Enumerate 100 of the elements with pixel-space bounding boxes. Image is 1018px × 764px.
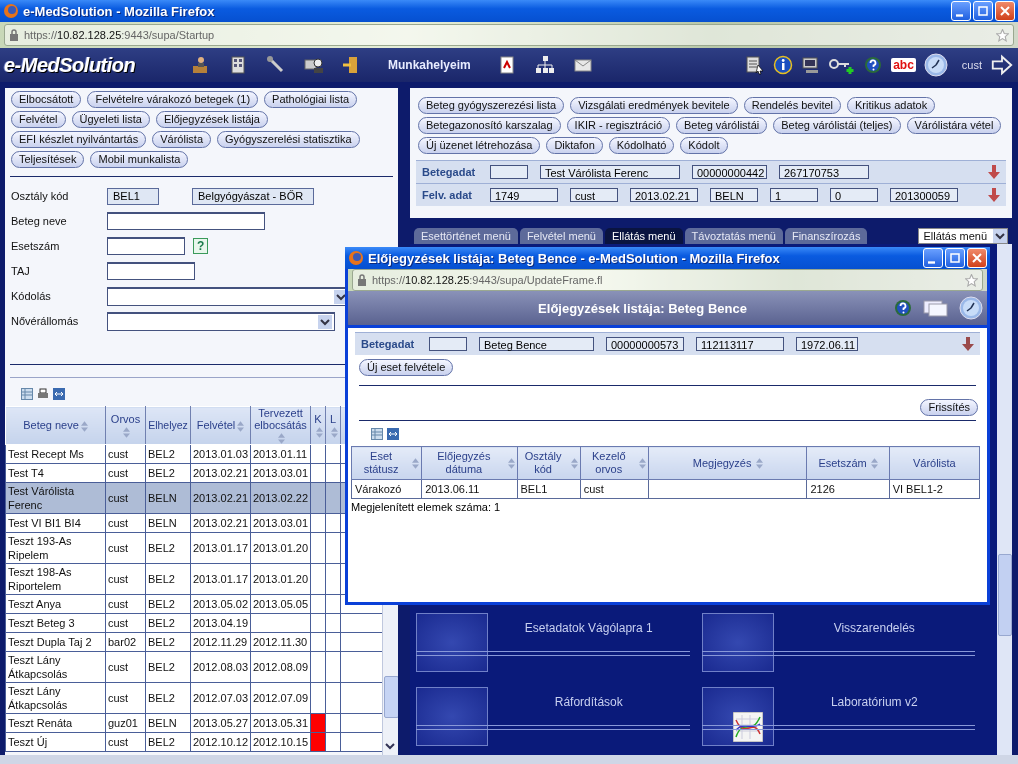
menu-button[interactable]: EFI készlet nyilvántartás: [11, 131, 147, 148]
column-header[interactable]: Felvétel: [190, 406, 251, 445]
scroll-thumb[interactable]: [998, 554, 1012, 636]
action-button[interactable]: Várólistára vétel: [906, 117, 1002, 134]
table-cell[interactable]: Teszt Lány Átkapcsolás: [5, 651, 106, 683]
column-header[interactable]: Előjegyzés dátuma: [421, 446, 517, 480]
action-button[interactable]: Kritikus adatok: [847, 97, 936, 114]
minimize-button[interactable]: [951, 1, 971, 21]
action-button[interactable]: Beteg várólistái: [676, 117, 768, 134]
maximize-icon: [978, 6, 988, 16]
action-button[interactable]: Kódolható: [608, 137, 675, 154]
input-field[interactable]: [107, 237, 185, 255]
expand-icon[interactable]: [387, 428, 399, 440]
column-header[interactable]: Elhelyez: [145, 406, 191, 445]
action-button[interactable]: Rendelés bevitel: [743, 97, 842, 114]
exit-arrow-icon[interactable]: [990, 53, 1014, 77]
down-arrow-icon[interactable]: [962, 337, 974, 351]
maximize-button[interactable]: [945, 248, 965, 268]
input-field[interactable]: [107, 262, 195, 280]
table-cell: 2012.07.03: [190, 682, 251, 714]
menu-tab[interactable]: Ellátás menü: [605, 228, 683, 244]
column-header[interactable]: Osztály kód: [517, 446, 581, 480]
info-icon[interactable]: [773, 55, 794, 75]
tile-button[interactable]: [416, 613, 488, 672]
menu-button[interactable]: Mobil munkalista: [90, 151, 189, 168]
tile-label[interactable]: Visszarendelés: [773, 621, 975, 635]
help-icon[interactable]: [893, 298, 913, 318]
tile-button[interactable]: [701, 687, 774, 746]
close-button[interactable]: [995, 1, 1015, 21]
scrollbar[interactable]: [997, 244, 1012, 755]
table-cell[interactable]: Test Várólista Ferenc: [5, 482, 106, 514]
printer-icon[interactable]: [37, 388, 49, 400]
spellcheck-button[interactable]: abc: [891, 58, 916, 72]
menu-tab[interactable]: Esettörténet menü: [414, 228, 518, 244]
help-button[interactable]: ?: [193, 238, 209, 254]
column-header[interactable]: Beteg neve: [5, 406, 106, 445]
menu-button[interactable]: Ügyeleti lista: [71, 111, 150, 128]
user-monitor-icon[interactable]: [304, 55, 324, 75]
action-button[interactable]: Új üzenet létrehozása: [418, 137, 541, 154]
action-button[interactable]: Kódolt: [680, 137, 728, 154]
action-button[interactable]: Beteg várólistái (teljes): [773, 117, 901, 134]
dropdown-field[interactable]: [107, 311, 335, 331]
clock-icon[interactable]: [923, 53, 948, 77]
menu-button[interactable]: Felvételre várakozó betegek (1): [87, 91, 259, 108]
expand-icon[interactable]: [53, 388, 65, 400]
menu-tab[interactable]: Felvétel menü: [519, 228, 603, 244]
action-button[interactable]: Betegazonosító karszalag: [418, 117, 561, 134]
building-icon[interactable]: [228, 55, 248, 75]
table-cell[interactable]: Teszt 198-As Riportelem: [5, 563, 106, 595]
table-cell[interactable]: Teszt Lány Átkapcsolás: [5, 682, 106, 714]
action-button[interactable]: IKIR - regisztráció: [566, 117, 670, 134]
down-arrow-icon[interactable]: [988, 188, 1000, 202]
action-button[interactable]: Diktafon: [546, 137, 603, 154]
action-button[interactable]: Beteg gyógyszerezési lista: [418, 97, 565, 114]
menu-button[interactable]: Várólista: [152, 131, 211, 148]
down-arrow-icon[interactable]: [988, 165, 1000, 179]
menu-button[interactable]: Elbocsátott: [11, 91, 82, 108]
clock-icon[interactable]: [959, 296, 983, 320]
wrench-icon[interactable]: [266, 55, 286, 75]
menu-tab[interactable]: Finanszírozás: [784, 228, 868, 244]
windows-icon[interactable]: [923, 298, 949, 318]
help-icon[interactable]: [863, 55, 884, 75]
bookmark-star-icon[interactable]: [965, 273, 978, 287]
new-case-button[interactable]: Új eset felvétele: [359, 359, 454, 376]
column-header[interactable]: Esetszám: [806, 446, 890, 480]
column-header[interactable]: Orvos: [105, 406, 146, 445]
tile-button[interactable]: [701, 613, 774, 672]
menu-button[interactable]: Teljesítések: [11, 151, 85, 168]
refresh-button[interactable]: Frissítés: [920, 399, 978, 416]
menu-button[interactable]: Gyógyszerelési statisztika: [217, 131, 360, 148]
address-field[interactable]: https://10.82.128.25:9443/supa/UpdateFrame.fl: [352, 269, 983, 291]
workplaces-link[interactable]: Munkahelyeim: [388, 58, 471, 72]
minimize-button[interactable]: [923, 248, 943, 268]
close-button[interactable]: [967, 248, 987, 268]
menu-tab[interactable]: Távoztatás menü: [684, 228, 783, 244]
table-cell[interactable]: Teszt 193-As Ripelem: [5, 532, 106, 564]
table-view-icon[interactable]: [371, 428, 383, 440]
column-header[interactable]: Eset státusz: [351, 446, 422, 480]
action-button[interactable]: Vizsgálati eredmények bevitele: [570, 97, 738, 114]
tile-label[interactable]: Ráfordítások: [488, 695, 690, 709]
bookmark-star-icon[interactable]: [996, 28, 1009, 42]
scroll-thumb[interactable]: [384, 676, 398, 718]
hierarchy-icon[interactable]: [534, 55, 555, 75]
tile-button[interactable]: [416, 687, 488, 746]
column-header[interactable]: Megjegyzés: [648, 446, 807, 480]
input-field[interactable]: [107, 212, 265, 230]
menu-button[interactable]: Felvétel: [11, 111, 66, 128]
maximize-button[interactable]: [973, 1, 993, 21]
menu-button[interactable]: Pathológiai lista: [264, 91, 358, 108]
column-header[interactable]: Kezelő orvos: [580, 446, 649, 480]
tile-label[interactable]: Esetadatok Vágólapra 1: [488, 621, 690, 635]
menu-button[interactable]: Előjegyzések listája: [155, 111, 268, 128]
address-field[interactable]: https://10.82.128.25:9443/supa/Startup: [4, 24, 1014, 46]
tile-label[interactable]: Laboratórium v2: [773, 695, 975, 709]
column-header[interactable]: Tervezett elbocsátás: [250, 406, 311, 445]
list-pointer-icon[interactable]: [745, 55, 766, 75]
column-header[interactable]: Várólista: [889, 446, 980, 480]
table-view-icon[interactable]: [21, 388, 33, 400]
menu-dropdown[interactable]: Ellátás menü: [918, 228, 1008, 244]
desk-person-icon[interactable]: [190, 55, 210, 75]
